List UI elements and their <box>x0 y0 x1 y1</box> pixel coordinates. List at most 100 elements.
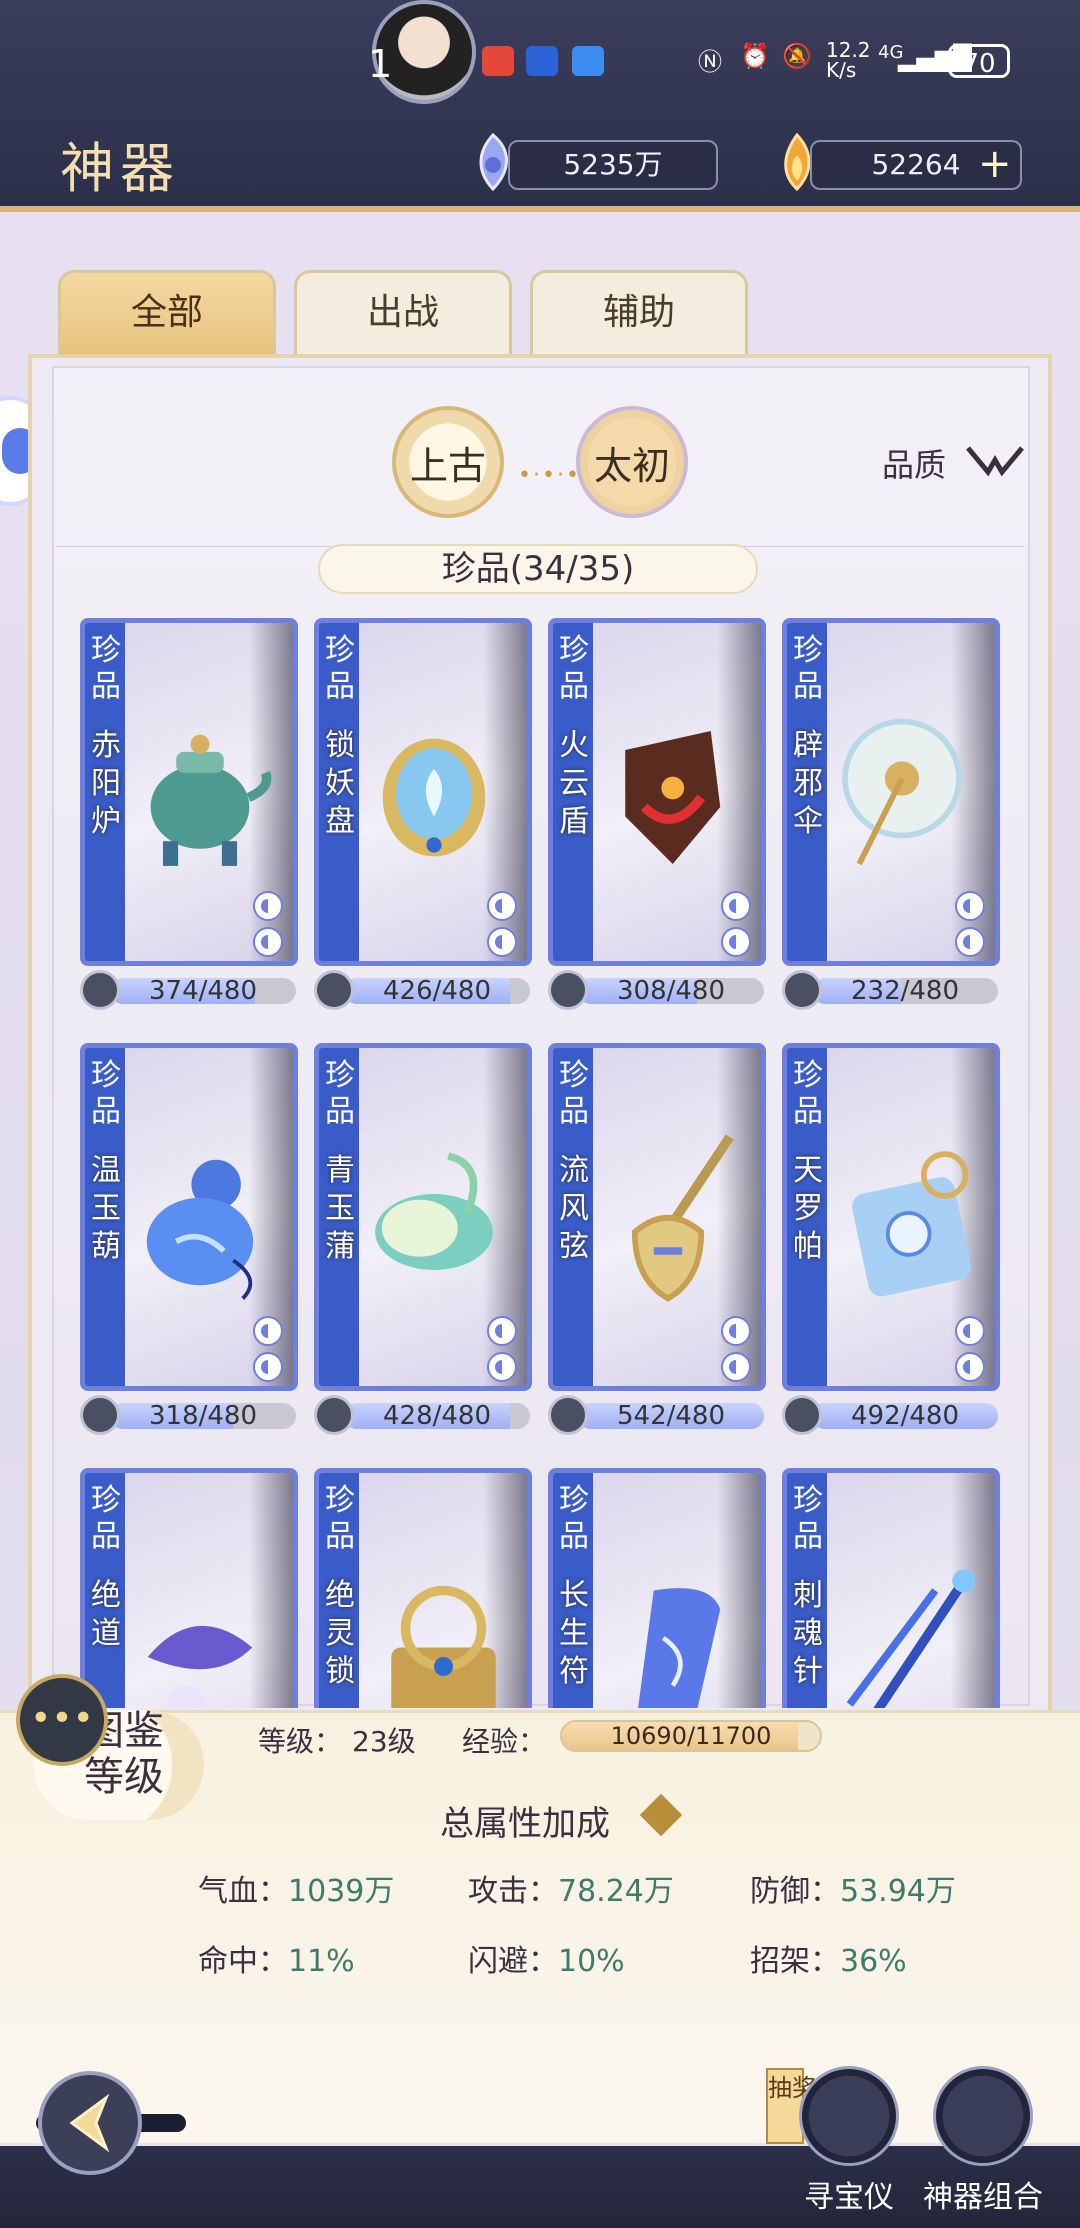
artifact-card[interactable]: 珍品 绝道 <box>80 1468 298 1708</box>
artifact-card[interactable]: 珍品 长生符 <box>548 1468 766 1708</box>
yinyang-icon <box>253 1352 283 1382</box>
artifact-card-frame: 珍品 锁妖盘 <box>314 618 532 966</box>
artifact-name: 刺魂针 <box>793 1578 823 1689</box>
stat-attack: 攻击：78.24万 <box>468 1874 674 1909</box>
exp-label: 经验： <box>462 1725 547 1758</box>
artifact-progress: 318/480 <box>80 1395 298 1435</box>
artifact-progress: 426/480 <box>314 970 532 1010</box>
artifact-name: 长生符 <box>559 1578 589 1689</box>
yinyang-icon <box>955 1352 985 1382</box>
artifact-progress-text: 232/480 <box>850 976 959 1006</box>
yinyang-icon <box>487 1352 517 1382</box>
tab-all[interactable]: 全部 <box>58 270 276 354</box>
artifact-card-frame: 珍品 赤阳炉 <box>80 618 298 966</box>
add-currency-button[interactable]: + <box>978 144 1012 184</box>
yinyang-icon <box>721 927 751 957</box>
quality-filter-label[interactable]: 品质 <box>882 440 946 486</box>
yinyang-icon <box>253 927 283 957</box>
yinyang-icon <box>253 891 283 921</box>
artifact-rarity: 珍品 <box>91 1058 121 1129</box>
level-label: 等级： <box>258 1725 343 1758</box>
chat-bubble-icon[interactable]: ••• <box>16 1674 108 1766</box>
combo-icon <box>933 2066 1033 2166</box>
era-button-taichu[interactable]: 太初 <box>576 406 688 518</box>
alarm-icon: ⏰ <box>740 42 770 70</box>
yinyang-icon <box>487 891 517 921</box>
artifact-name: 绝道 <box>91 1578 121 1651</box>
chevron-down-icon[interactable] <box>966 442 1024 478</box>
artifact-art <box>852 1151 971 1297</box>
yinyang-icon <box>955 927 985 957</box>
artifact-progress: 492/480 <box>782 1395 1000 1435</box>
artifact-rarity: 珍品 <box>559 633 589 704</box>
artifact-rarity: 珍品 <box>793 1483 823 1554</box>
artifact-rarity: 珍品 <box>325 1058 355 1129</box>
artifact-name: 辟邪伞 <box>793 728 823 839</box>
artifact-art <box>631 1134 734 1302</box>
artifact-rarity: 珍品 <box>793 1058 823 1129</box>
yinyang-icon <box>721 1352 751 1382</box>
artifact-progress-text: 308/480 <box>616 976 725 1006</box>
artifact-card[interactable]: 珍品 青玉蒲 428/480 <box>314 1043 532 1435</box>
artifact-card[interactable]: 珍品火云盾 308/480 <box>548 618 766 1010</box>
jade-currency: 5235万 <box>508 140 718 190</box>
artifact-rarity: 珍品 <box>91 633 121 704</box>
artifact-rarity: 珍品 <box>91 1483 121 1554</box>
artifact-progress: 374/480 <box>80 970 298 1010</box>
yinyang-icon <box>253 1316 283 1346</box>
back-button[interactable] <box>36 2068 186 2178</box>
nfc-icon: Ⓝ <box>698 48 722 76</box>
artifact-progress-text: 428/480 <box>382 1401 491 1431</box>
artifact-art <box>146 1159 254 1300</box>
artifact-art <box>150 734 272 866</box>
era-connector: •·•·• <box>518 463 581 488</box>
artifact-card[interactable]: 珍品 辟邪伞 232/480 <box>782 618 1000 1010</box>
yinyang-icon <box>487 1316 517 1346</box>
artifact-card[interactable]: 珍品 刺魂针 <box>782 1468 1000 1708</box>
artifact-art <box>382 738 486 857</box>
artifact-combo-button[interactable]: 神器组合 <box>918 2060 1048 2220</box>
era-button-shanggu[interactable]: 上古 <box>392 406 504 518</box>
artifact-card[interactable]: 珍品 流风弦 542/480 <box>548 1043 766 1435</box>
artifact-progress-text: 426/480 <box>382 976 491 1006</box>
treasure-finder-label: 寻宝仪 <box>804 2180 894 2215</box>
artifact-card-frame: 珍品 绝道 <box>80 1468 298 1708</box>
artifact-card[interactable]: 珍品 天罗帕 492/480 <box>782 1043 1000 1435</box>
artifact-card-frame: 珍品 火云盾 <box>548 618 766 966</box>
tab-assist[interactable]: 辅助 <box>530 270 748 354</box>
artifact-name: 天罗帕 <box>793 1153 823 1264</box>
stat-hp: 气血：1039万 <box>198 1874 395 1909</box>
artifact-card[interactable]: 珍品 温玉葫 318/480 <box>80 1043 298 1435</box>
tab-battle[interactable]: 出战 <box>294 270 512 354</box>
artifact-progress-text: 374/480 <box>148 976 257 1006</box>
artifact-card[interactable]: 珍品 锁妖盘 426/480 <box>314 618 532 1010</box>
artifact-progress-text: 542/480 <box>616 1401 725 1431</box>
artifact-progress: 542/480 <box>548 1395 766 1435</box>
scroll-icon <box>799 2066 899 2166</box>
artifact-name: 锁妖盘 <box>325 728 355 839</box>
artifact-card-frame: 珍品 辟邪伞 <box>782 618 1000 966</box>
artifact-card-frame: 珍品 天罗帕 <box>782 1043 1000 1391</box>
artifact-art <box>625 731 721 864</box>
artifact-progress: 428/480 <box>314 1395 532 1435</box>
mute-icon: 🔕 <box>782 42 812 70</box>
artifact-name: 绝灵锁 <box>325 1578 355 1689</box>
artifact-card-frame: 珍品 长生符 <box>548 1468 766 1708</box>
artifact-art <box>842 718 962 866</box>
artifact-name: 火云盾 <box>559 728 589 839</box>
battery-indicator: 70 <box>948 44 1010 79</box>
treasure-finder-button[interactable]: 寻宝仪 <box>784 2060 914 2220</box>
artifact-rarity: 珍品 <box>325 1483 355 1554</box>
artifact-art <box>846 1569 976 1708</box>
artifact-card[interactable]: 珍品赤阳炉 374/480 <box>80 618 298 1010</box>
stat-parry: 招架：36% <box>750 1944 907 1979</box>
artifact-rarity: 珍品 <box>559 1483 589 1554</box>
yinyang-icon <box>721 891 751 921</box>
artifact-card[interactable]: 珍品 绝灵锁 <box>314 1468 532 1708</box>
network-speed: 12.2 K/s <box>826 38 871 82</box>
level-value: 23级 <box>352 1725 416 1758</box>
status-bar: 1 Ⓝ ⏰ 🔕 12.2 K/s 4G ▂▄▆█ 70 <box>0 0 1080 120</box>
yinyang-icon <box>955 891 985 921</box>
artifact-name: 赤阳炉 <box>91 728 121 839</box>
section-banner: 珍品(34/35) <box>318 544 758 594</box>
